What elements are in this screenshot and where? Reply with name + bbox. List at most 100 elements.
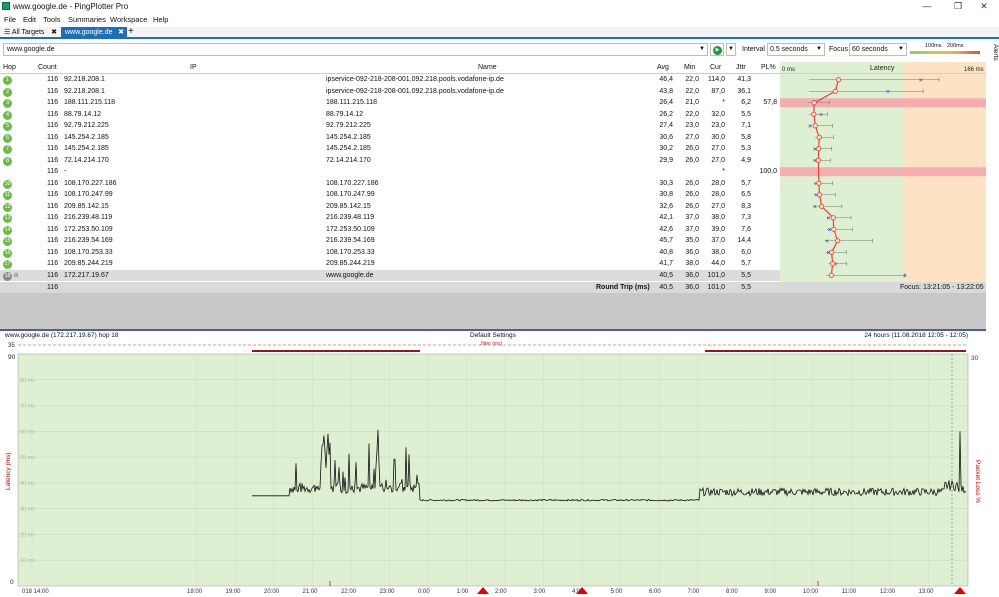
menu-help[interactable]: Help — [153, 15, 168, 24]
latency-axis-max: 166 ms — [964, 67, 984, 73]
add-tab-icon[interactable]: + — [128, 26, 134, 37]
packet-loss-cell: 57,8 — [763, 99, 777, 106]
menu-workspace[interactable]: Workspace — [110, 15, 147, 24]
cur-cell: 37,0 — [711, 237, 725, 244]
tab-google[interactable]: www.google.de ✖ — [61, 27, 127, 38]
packet-loss-triangle — [954, 587, 966, 594]
trace-row[interactable]: 15 116 216.239.54.169 216.239.54.169 45,7 35,… — [0, 235, 780, 247]
header-ip[interactable]: IP — [190, 62, 197, 74]
min-cell: 37,0 — [685, 214, 699, 221]
avg-latency-marker — [811, 111, 817, 117]
y-axis-max: 90 — [8, 354, 16, 361]
trace-row[interactable]: 5 116 92.79.212.225 92.79.212.225 27,4 23,0 23… — [0, 120, 780, 132]
header-hop[interactable]: Hop — [3, 62, 29, 74]
tab-close-icon[interactable]: ✖ — [51, 27, 57, 38]
header-jttr[interactable]: Jttr — [736, 62, 746, 74]
hop-number: 4 — [3, 109, 29, 121]
x-tick-label: 2:00 — [495, 589, 507, 595]
target-input[interactable]: www.google.de ▼ — [3, 43, 708, 56]
pingplotter-app-icon — [2, 2, 10, 10]
trace-row[interactable]: 2 116 92.218.208.1 ipservice-092-218-208-00… — [0, 86, 780, 98]
jitter-cell: 8,3 — [741, 202, 751, 210]
header-count[interactable]: Count — [38, 62, 57, 74]
name-cell: 145.254.2.185 — [326, 133, 371, 141]
close-window-button[interactable]: ✕ — [969, 0, 999, 13]
count-cell: 116 — [47, 133, 59, 141]
current-latency-marker: × — [825, 238, 829, 245]
hop-number: 16 — [3, 247, 29, 259]
graph-toggle-icon[interactable]: ılı — [12, 273, 19, 279]
min-cell: 37,0 — [685, 225, 699, 233]
min-cell: 22,0 — [685, 110, 699, 118]
timeline-graph[interactable]: Jitter (ms) 35 80 ms 70 ms 60 ms 50 ms 40 ms… — [0, 340, 986, 597]
ip-cell: 172.217.19.67 — [64, 271, 109, 279]
cur-cell: 87,0 — [711, 87, 725, 95]
scale-100-label: 100ms — [925, 43, 942, 49]
name-cell: 216.239.54.169 — [326, 237, 375, 244]
x-tick-label: 13:00 — [919, 589, 935, 595]
jitter-cell: 4,9 — [741, 156, 751, 164]
header-name[interactable]: Name — [478, 62, 497, 74]
menu-summaries[interactable]: Summaries — [68, 15, 106, 24]
cur-cell: 44,0 — [711, 260, 725, 267]
header-cur[interactable]: Cur — [710, 62, 721, 74]
count-cell: 116 — [47, 87, 59, 95]
trace-row[interactable]: 3 116 188.111.215.118 188.111.215.118 26,4 21… — [0, 97, 780, 109]
trace-row[interactable]: 116- * 100,0 — [0, 166, 780, 178]
trace-row[interactable]: 14 116 172.253.50.109 172.253.50.109 42,6 37,… — [0, 224, 780, 236]
minimize-button[interactable]: — — [912, 0, 942, 13]
trace-row[interactable]: 13 116 216.239.48.119 216.239.48.119 42,1 37,… — [0, 212, 780, 224]
focus-select[interactable]: 60 seconds ▼ — [849, 43, 907, 56]
y-tick-label: 50 ms — [20, 455, 35, 461]
trace-row[interactable]: 12 116 209.85.142.15 209.85.142.15 32,6 26,0 2… — [0, 201, 780, 213]
x-tick-label: 6:00 — [649, 589, 661, 595]
hop-number: 18 ılı — [3, 270, 29, 283]
summary-avg: 40,5 — [659, 284, 673, 291]
trace-options-dropdown[interactable]: ▼ — [726, 43, 736, 56]
menu-file[interactable]: File — [4, 15, 16, 24]
latency-scale-legend: 100ms 200ms — [910, 43, 982, 56]
avg-latency-marker — [815, 157, 821, 163]
x-tick-label: 11:00 — [842, 589, 857, 595]
trace-row[interactable]: 4 116 88.79.14.12 88.79.14.12 26,2 22,0 32,0 5,… — [0, 109, 780, 121]
interval-select[interactable]: 0.5 seconds ▼ — [767, 43, 825, 56]
trace-row[interactable]: 11 116 108.170.247.99 108.170.247.99 30,8 26,… — [0, 189, 780, 201]
count-cell: 116 — [47, 145, 59, 152]
header-pl[interactable]: PL% — [761, 62, 776, 74]
y-tick-label: 30 ms — [20, 507, 35, 513]
hop-number: 6 — [3, 132, 29, 144]
chevron-down-icon[interactable]: ▼ — [699, 44, 705, 55]
jitter-cell: 14,4 — [737, 237, 751, 244]
tab-close-icon[interactable]: ✖ — [118, 27, 124, 38]
current-latency-marker: × — [808, 123, 812, 130]
count-cell: 116 — [47, 122, 59, 129]
trace-row[interactable]: 6 116 145.254.2.185 145.254.2.185 30,6 27,0 30… — [0, 132, 780, 144]
jitter-cell: 6,2 — [741, 99, 751, 106]
avg-cell: 42,1 — [659, 214, 673, 221]
trace-row[interactable]: 1 116 92.218.208.1 ipservice-092-218-208-00… — [0, 74, 780, 86]
hop-badge — [3, 167, 12, 176]
ip-cell: 88.79.14.12 — [64, 110, 101, 118]
avg-latency-marker — [835, 238, 841, 244]
start-trace-button[interactable]: ▶ — [710, 43, 724, 56]
min-cell: 21,0 — [685, 99, 699, 106]
tab-all-targets[interactable]: ☰ All Targets ✖ — [0, 27, 60, 38]
header-min[interactable]: Min — [684, 62, 695, 74]
trace-row[interactable]: 17 116 209.85.244.219 209.85.244.219 41,7 38,… — [0, 258, 780, 270]
cur-cell: 114,0 — [708, 76, 725, 83]
trace-row[interactable]: 18 ılı 116 172.217.19.67 www.google.de 40,5 3… — [0, 269, 780, 283]
menu-tools[interactable]: Tools — [43, 15, 61, 24]
trace-row[interactable]: 16 116 108.170.253.33 108.170.253.33 40,8 36,… — [0, 247, 780, 259]
avg-cell: 30,2 — [659, 145, 673, 152]
header-avg[interactable]: Avg — [657, 62, 669, 74]
trace-row[interactable]: 7 116 145.254.2.185 145.254.2.185 30,2 26,0 27… — [0, 143, 780, 155]
trace-row[interactable]: 8 116 72.14.214.170 72.14.214.170 29,9 26,0 27… — [0, 155, 780, 167]
hop-number: 13 — [3, 212, 29, 224]
avg-cell: 30,6 — [659, 133, 673, 141]
min-cell: 35,0 — [685, 237, 699, 244]
alerts-side-tab[interactable]: Alerts — [987, 42, 999, 82]
jitter-bar — [252, 350, 420, 352]
trace-row[interactable]: 10 116 108.170.227.186 108.170.227.186 30,3 2… — [0, 178, 780, 190]
menu-edit[interactable]: Edit — [23, 15, 36, 24]
avg-cell: 29,9 — [659, 156, 673, 164]
